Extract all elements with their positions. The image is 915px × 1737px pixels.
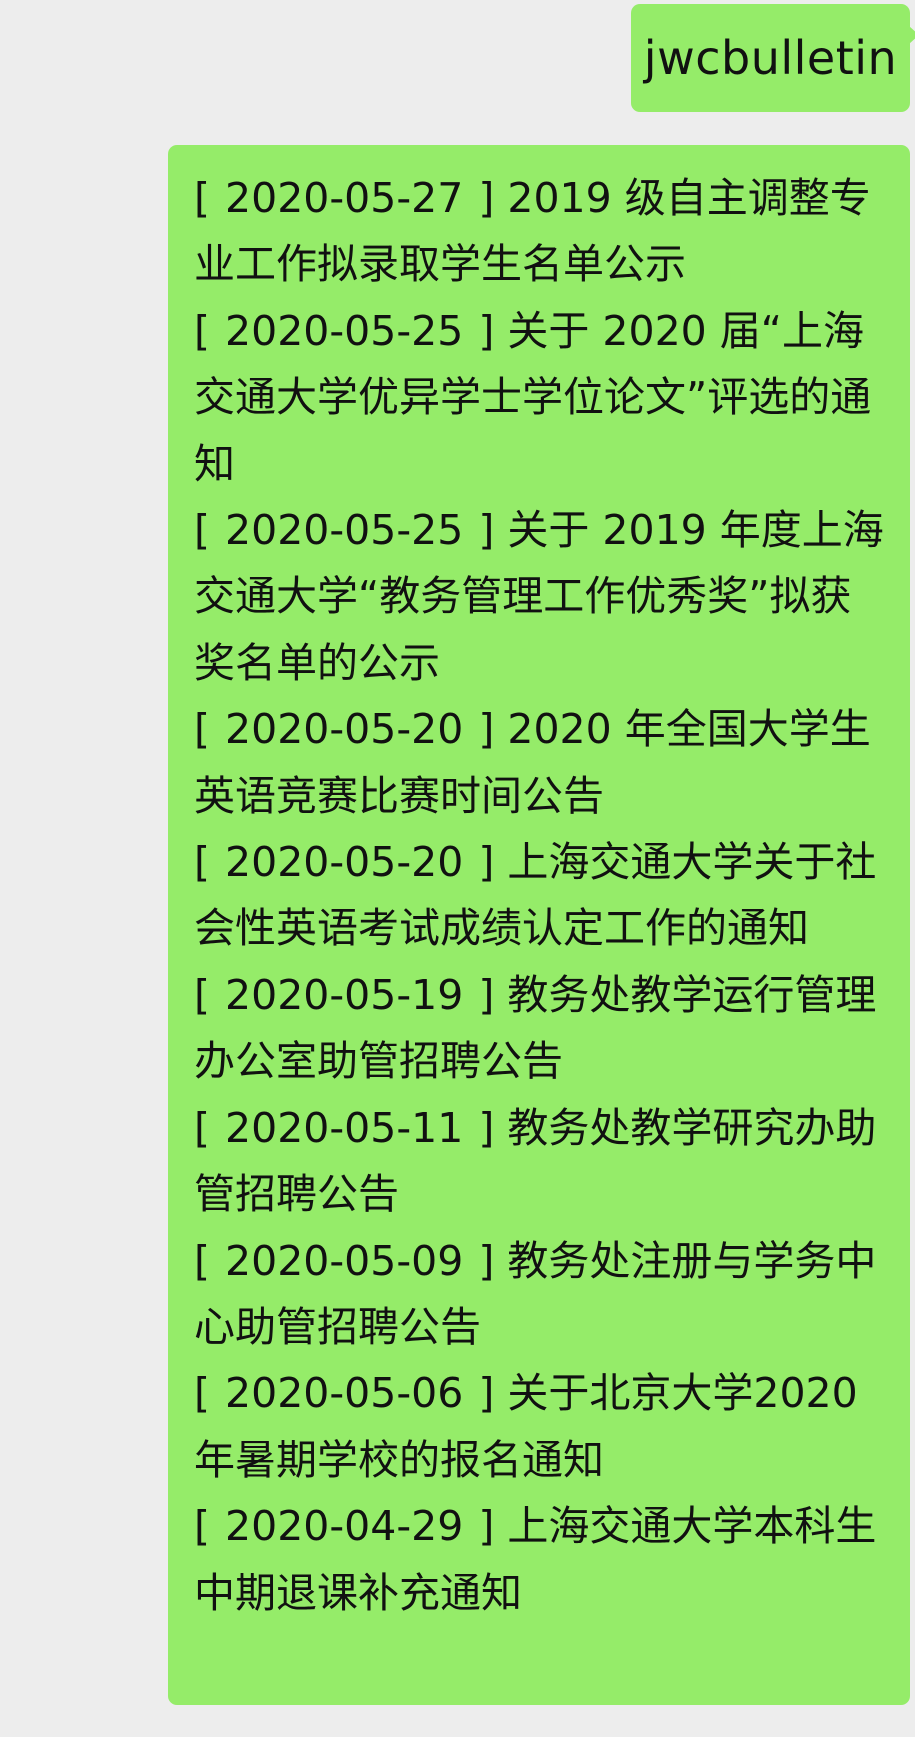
bulletin-date: [ 2020-05-25 ] (194, 306, 495, 355)
bulletin-date: [ 2020-05-20 ] (194, 838, 495, 887)
bulletin-date: [ 2020-05-06 ] (194, 1369, 495, 1418)
bulletin-date: [ 2020-05-19 ] (194, 970, 495, 1019)
bulletin-date: [ 2020-05-20 ] (194, 705, 495, 754)
bulletin-item: [ 2020-05-27 ] 2019 级自主调整专业工作拟录取学生名单公示 (194, 165, 890, 298)
bulletin-item: [ 2020-05-20 ] 上海交通大学关于社会性英语考试成绩认定工作的通知 (194, 829, 890, 962)
bulletin-item: [ 2020-05-09 ] 教务处注册与学务中心助管招聘公告 (194, 1228, 890, 1361)
sent-message-bubble[interactable]: jwcbulletin (631, 4, 915, 112)
bulletin-date: [ 2020-05-11 ] (194, 1103, 495, 1152)
bulletin-item: [ 2020-04-29 ] 上海交通大学本科生中期退课补充通知 (194, 1493, 890, 1626)
bulletin-item: [ 2020-05-20 ] 2020 年全国大学生英语竞赛比赛时间公告 (194, 696, 890, 829)
bulletin-item: [ 2020-05-25 ] 关于 2020 届“上海交通大学优异学士学位论文”… (194, 298, 890, 497)
bulletin-date: [ 2020-04-29 ] (194, 1502, 495, 1551)
bulletin-item: [ 2020-05-06 ] 关于北京大学2020 年暑期学校的报名通知 (194, 1360, 890, 1493)
bulletin-item: [ 2020-05-19 ] 教务处教学运行管理办公室助管招聘公告 (194, 962, 890, 1095)
bulletin-item: [ 2020-05-25 ] 关于 2019 年度上海交通大学“教务管理工作优秀… (194, 497, 890, 696)
bulletin-list: [ 2020-05-27 ] 2019 级自主调整专业工作拟录取学生名单公示 [… (194, 165, 890, 1626)
bulletin-date: [ 2020-05-09 ] (194, 1236, 495, 1285)
bulletin-date: [ 2020-05-27 ] (194, 174, 495, 222)
reply-message-bubble[interactable]: [ 2020-05-27 ] 2019 级自主调整专业工作拟录取学生名单公示 [… (168, 145, 910, 1705)
bulletin-item: [ 2020-05-11 ] 教务处教学研究办助管招聘公告 (194, 1095, 890, 1228)
bulletin-date: [ 2020-05-25 ] (194, 506, 495, 555)
chat-screen: { "messages": { "command": { "text": "jw… (0, 0, 915, 1737)
sent-message-text: jwcbulletin (643, 31, 898, 85)
